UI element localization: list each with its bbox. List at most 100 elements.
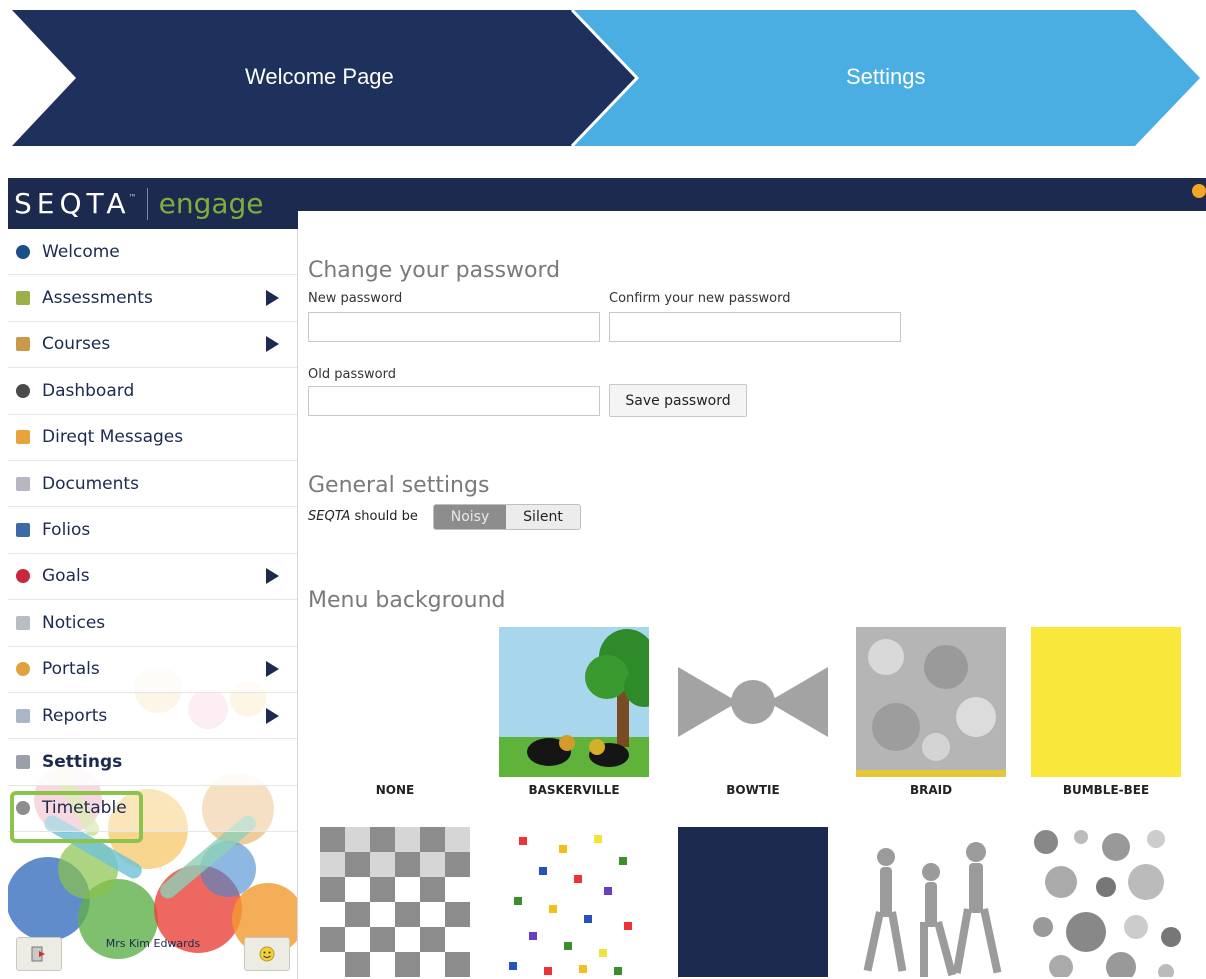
sound-setting-brand: SEQTA <box>308 509 351 524</box>
braid-image <box>856 627 1006 777</box>
general-settings-title: General settings <box>308 473 490 498</box>
submenu-arrow-icon <box>266 707 279 724</box>
background-tile-braid[interactable] <box>856 627 1006 777</box>
logo-divider <box>146 187 148 220</box>
silent-option[interactable]: Silent <box>506 505 580 529</box>
sidebar-item-direqt-messages[interactable]: Direqt Messages <box>8 414 297 461</box>
sound-setting-label: SEQTA should be <box>308 509 418 524</box>
sidebar-item-timetable[interactable]: Timetable <box>8 785 297 833</box>
assessments-icon <box>16 291 30 306</box>
tile-label: BRAID <box>909 783 953 797</box>
background-tile-navy[interactable] <box>678 827 828 977</box>
tile-label: BASKERVILLE <box>528 783 620 797</box>
sidebar-item-portals[interactable]: Portals <box>8 646 297 693</box>
sidebar-item-label: Notices <box>42 612 106 633</box>
breadcrumb-settings[interactable]: Settings <box>846 64 926 90</box>
logo-product: engage <box>158 187 264 220</box>
dancers-image <box>863 842 1002 977</box>
goals-icon <box>16 569 30 584</box>
dots-image <box>1033 830 1181 977</box>
tile-label: BUMBLE-BEE <box>1062 783 1150 797</box>
sidebar-item-welcome[interactable]: Welcome <box>8 229 297 276</box>
user-bar: Mrs Kim Edwards <box>8 929 297 979</box>
change-password-title: Change your password <box>308 258 561 283</box>
sound-setting-text: should be <box>350 509 418 524</box>
background-tile-confetti[interactable] <box>499 827 649 977</box>
sidebar-item-label: Welcome <box>42 241 120 262</box>
reports-icon <box>16 708 30 723</box>
tile-label: BOWTIE <box>726 783 780 797</box>
sidebar-item-folios[interactable]: Folios <box>8 507 297 554</box>
new-password-label: New password <box>308 291 403 306</box>
background-tile-dots[interactable] <box>1031 827 1181 977</box>
background-tile-baskerville[interactable] <box>499 627 649 777</box>
breadcrumb-chevrons <box>12 8 1200 148</box>
dashboard-icon <box>16 383 30 398</box>
sidebar-item-label: Courses <box>42 334 111 355</box>
portals-icon <box>16 662 30 677</box>
confirm-password-label: Confirm your new password <box>609 291 791 306</box>
breadcrumb: Welcome Page Settings <box>0 0 1206 160</box>
timetable-icon <box>16 801 30 816</box>
user-name: Mrs Kim Edwards <box>105 937 201 950</box>
checkers-image <box>320 827 470 977</box>
sidebar-item-label: Portals <box>42 659 100 680</box>
sidebar-item-label: Direqt Messages <box>42 427 184 448</box>
menu-background-title: Menu background <box>308 588 506 613</box>
submenu-arrow-icon <box>266 290 279 307</box>
confirm-password-input[interactable] <box>609 312 901 342</box>
sidebar: Welcome Assessments Courses Dashboard Di… <box>8 229 298 979</box>
sidebar-item-dashboard[interactable]: Dashboard <box>8 368 297 415</box>
sidebar-item-documents[interactable]: Documents <box>8 460 297 508</box>
profile-button[interactable] <box>244 937 290 971</box>
sidebar-item-goals[interactable]: Goals <box>8 553 297 601</box>
new-password-input[interactable] <box>308 312 600 342</box>
sidebar-item-label: Settings <box>42 751 123 772</box>
sidebar-item-label: Dashboard <box>42 380 135 401</box>
noisy-option[interactable]: Noisy <box>434 505 506 529</box>
top-bar <box>298 178 1206 211</box>
sidebar-item-label: Timetable <box>42 798 127 819</box>
background-tile-none[interactable] <box>320 627 470 777</box>
confetti-image <box>509 835 632 975</box>
seqta-app: SEQTA ™ engage Welcome Assessments Cours… <box>8 178 1206 979</box>
logout-button[interactable] <box>16 937 62 971</box>
submenu-arrow-icon <box>266 661 279 678</box>
old-password-input[interactable] <box>308 386 600 416</box>
tile-label: NONE <box>375 783 415 797</box>
sidebar-item-notices[interactable]: Notices <box>8 600 297 647</box>
background-tile-dancers[interactable] <box>856 827 1006 977</box>
sidebar-item-settings[interactable]: Settings <box>8 739 297 786</box>
info-icon <box>16 244 30 259</box>
sidebar-item-assessments[interactable]: Assessments <box>8 275 297 322</box>
sidebar-item-courses[interactable]: Courses <box>8 321 297 369</box>
folios-icon <box>16 523 30 538</box>
logout-icon <box>31 946 45 962</box>
submenu-arrow-icon <box>266 336 279 353</box>
messages-icon <box>16 430 30 445</box>
smiley-icon <box>259 946 275 962</box>
submenu-arrow-icon <box>266 568 279 585</box>
logo: SEQTA ™ engage <box>8 178 298 229</box>
sidebar-item-label: Goals <box>42 566 90 587</box>
background-tile-bumble-bee[interactable] <box>1031 627 1181 777</box>
sidebar-item-reports[interactable]: Reports <box>8 692 297 740</box>
baskerville-image <box>499 627 649 777</box>
notification-icon[interactable] <box>1192 184 1206 198</box>
logo-trademark: ™ <box>128 193 137 202</box>
notices-icon <box>16 615 30 630</box>
courses-icon <box>16 337 30 352</box>
main-content: Change your password New password Confir… <box>308 211 1206 979</box>
sidebar-item-label: Reports <box>42 705 108 726</box>
old-password-label: Old password <box>308 367 396 382</box>
sound-toggle[interactable]: Noisy Silent <box>433 504 581 530</box>
settings-icon <box>16 754 30 769</box>
breadcrumb-welcome-page[interactable]: Welcome Page <box>245 64 394 90</box>
background-tile-checkers[interactable] <box>320 827 470 977</box>
documents-icon <box>16 476 30 491</box>
logo-brand: SEQTA <box>14 187 131 220</box>
save-password-button[interactable]: Save password <box>609 384 747 417</box>
background-tile-bowtie[interactable] <box>678 627 828 777</box>
sidebar-item-label: Folios <box>42 520 91 541</box>
bowtie-image <box>678 667 828 737</box>
